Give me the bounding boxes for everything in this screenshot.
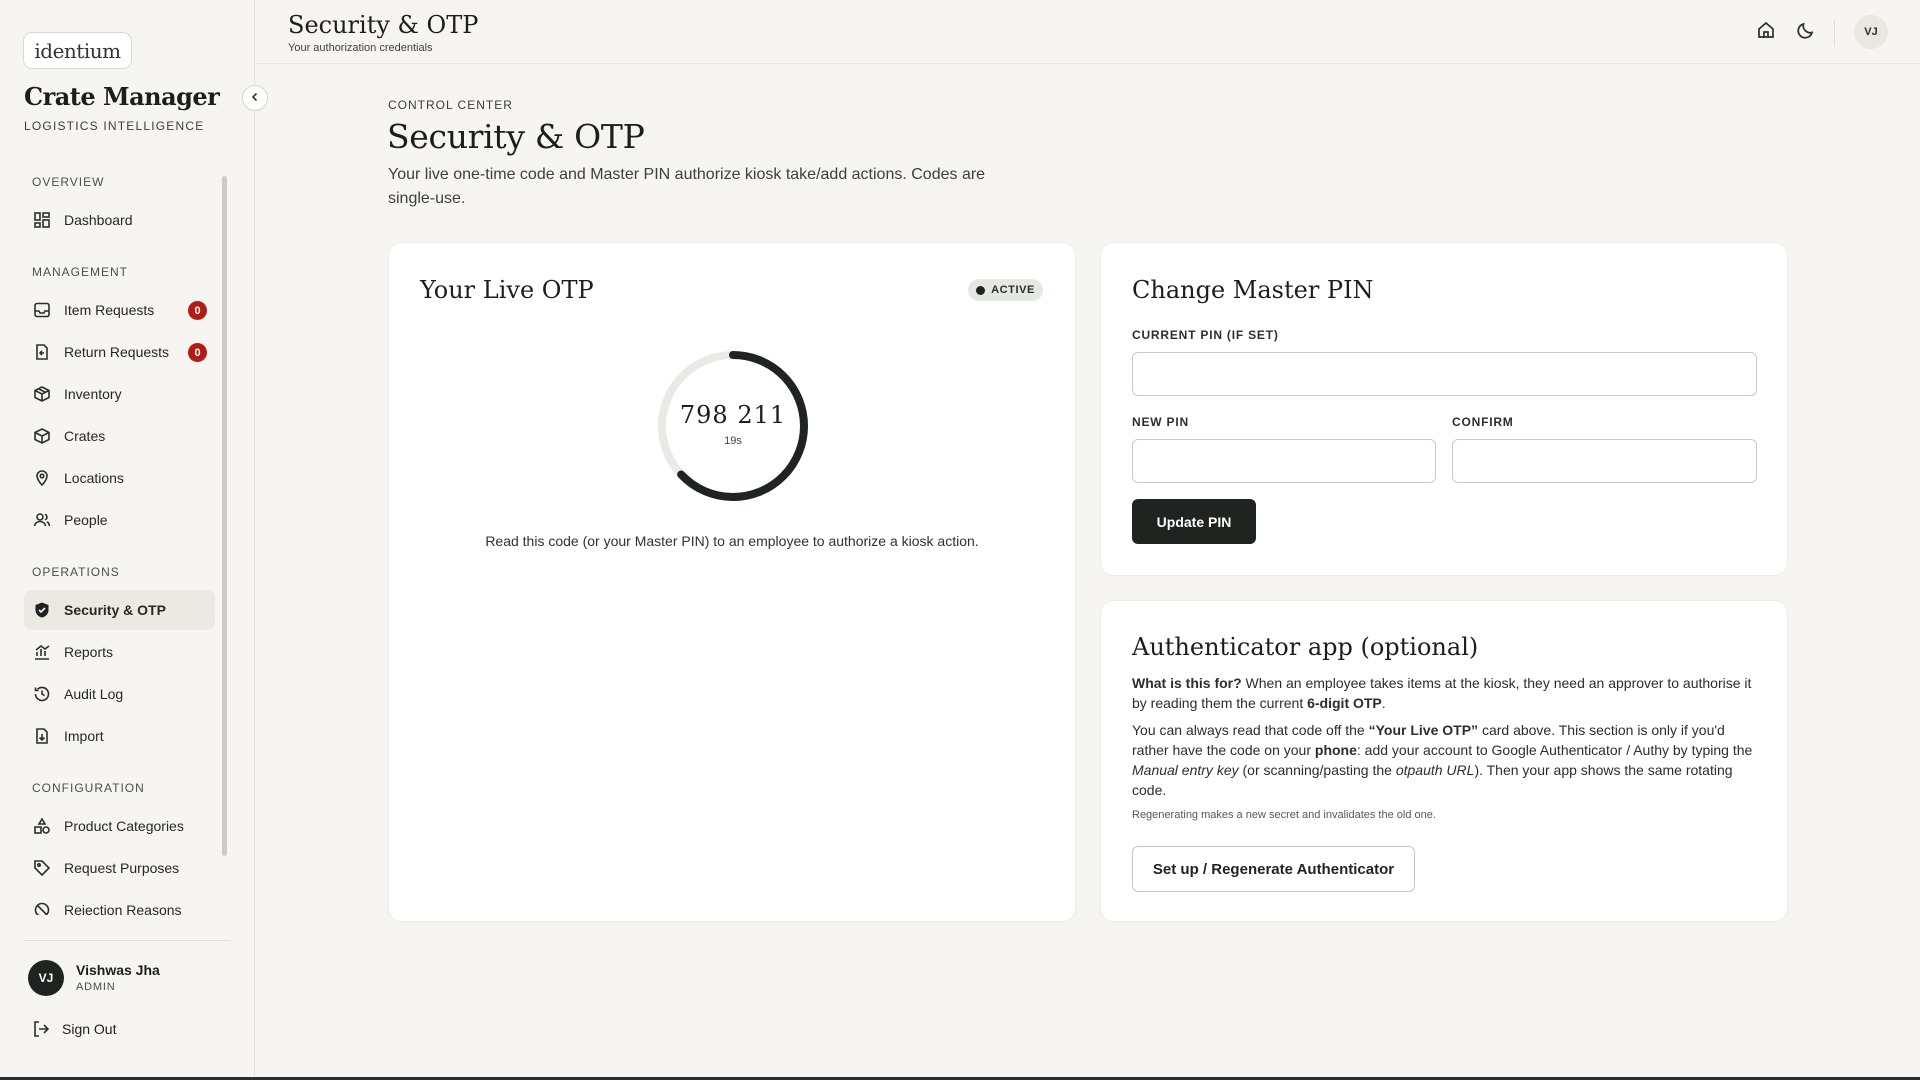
nav-section-overview: OVERVIEW bbox=[32, 175, 105, 189]
user-avatar[interactable]: VJ bbox=[28, 960, 64, 996]
sidebar-item-import[interactable]: Import bbox=[24, 716, 215, 756]
auth-purpose-text: What is this for? When an employee takes… bbox=[1132, 675, 1752, 711]
people-icon bbox=[32, 510, 52, 530]
sidebar-item-product-categories[interactable]: Product Categories bbox=[24, 806, 215, 846]
status-dot-icon bbox=[976, 285, 986, 295]
shapes-icon bbox=[32, 816, 52, 836]
confirm-pin-input[interactable] bbox=[1452, 439, 1757, 483]
page-eyebrow: CONTROL CENTER bbox=[388, 98, 513, 112]
sidebar: identium Crate Manager LOGISTICS INTELLI… bbox=[0, 0, 255, 1080]
dashboard-icon bbox=[32, 210, 52, 230]
regenerate-authenticator-button[interactable]: Set up / Regenerate Authenticator bbox=[1132, 846, 1415, 892]
current-pin-input[interactable] bbox=[1132, 352, 1757, 396]
sidebar-item-rejection-reasons[interactable]: Rejection Reasons bbox=[24, 890, 215, 915]
user-name: Vishwas Jha bbox=[76, 962, 160, 978]
moon-icon bbox=[1796, 20, 1816, 45]
nav-section-operations: OPERATIONS bbox=[32, 565, 120, 579]
chevron-left-icon bbox=[250, 89, 260, 107]
topbar: Security & OTP Your authorization creden… bbox=[256, 0, 1920, 64]
auth-instructions-text: You can always read that code off the “Y… bbox=[1132, 722, 1753, 798]
sidebar-item-audit-log[interactable]: Audit Log bbox=[24, 674, 215, 714]
app-subtitle: LOGISTICS INTELLIGENCE bbox=[24, 119, 205, 133]
map-pin-icon bbox=[32, 468, 52, 488]
app-title: Crate Manager bbox=[24, 82, 220, 111]
history-icon bbox=[32, 684, 52, 704]
sidebar-item-reports[interactable]: Reports bbox=[24, 632, 215, 672]
tag-icon bbox=[32, 858, 52, 878]
otp-code: 798 211 bbox=[679, 401, 787, 429]
return-requests-count-badge: 0 bbox=[188, 343, 207, 362]
live-otp-card: Your Live OTP ACTIVE 798 211 19s Read th… bbox=[388, 242, 1076, 922]
auth-card-title: Authenticator app (optional) bbox=[1132, 633, 1479, 661]
sidebar-nav: OVERVIEW Dashboard MANAGEMENT Item Reque… bbox=[24, 160, 224, 915]
company-logo[interactable]: identium bbox=[23, 32, 132, 69]
confirm-pin-label: CONFIRM bbox=[1452, 415, 1514, 429]
import-icon bbox=[32, 726, 52, 746]
sidebar-item-locations[interactable]: Locations bbox=[24, 458, 215, 498]
pin-card-title: Change Master PIN bbox=[1132, 276, 1374, 304]
page-description: Your live one-time code and Master PIN a… bbox=[388, 166, 986, 207]
home-icon bbox=[1756, 20, 1776, 45]
new-pin-input[interactable] bbox=[1132, 439, 1436, 483]
logout-icon bbox=[32, 1020, 50, 1038]
sidebar-item-people[interactable]: People bbox=[24, 500, 215, 540]
topbar-title: Security & OTP bbox=[288, 11, 479, 39]
sidebar-divider bbox=[24, 940, 231, 941]
sign-out-button[interactable]: Sign Out bbox=[32, 1020, 116, 1038]
otp-card-title: Your Live OTP bbox=[420, 276, 594, 304]
update-pin-button[interactable]: Update PIN bbox=[1132, 499, 1256, 544]
chart-icon bbox=[32, 642, 52, 662]
shield-icon bbox=[32, 600, 52, 620]
authenticator-card: Authenticator app (optional) What is thi… bbox=[1100, 600, 1788, 922]
sidebar-item-item-requests[interactable]: Item Requests 0 bbox=[24, 290, 215, 330]
topbar-subtitle: Your authorization credentials bbox=[288, 42, 433, 54]
regenerate-warning-note: Regenerating makes a new secret and inva… bbox=[1132, 809, 1436, 821]
nav-section-management: MANAGEMENT bbox=[32, 265, 129, 279]
box-icon bbox=[32, 384, 52, 404]
otp-help-text: Read this code (or your Master PIN) to a… bbox=[485, 533, 979, 549]
home-button[interactable] bbox=[1754, 20, 1778, 44]
sidebar-item-crates[interactable]: Crates bbox=[24, 416, 215, 456]
user-role: ADMIN bbox=[76, 981, 116, 993]
status-badge: ACTIVE bbox=[968, 279, 1043, 301]
sidebar-item-inventory[interactable]: Inventory bbox=[24, 374, 215, 414]
change-pin-card: Change Master PIN CURRENT PIN (IF SET) N… bbox=[1100, 242, 1788, 576]
otp-countdown-ring: 798 211 19s bbox=[656, 349, 810, 503]
nav-section-configuration: CONFIGURATION bbox=[32, 781, 145, 795]
sidebar-scrollbar[interactable] bbox=[222, 176, 227, 856]
new-pin-label: NEW PIN bbox=[1132, 415, 1189, 429]
item-requests-count-badge: 0 bbox=[188, 301, 207, 320]
inbox-icon bbox=[32, 300, 52, 320]
crate-icon bbox=[32, 426, 52, 446]
sidebar-item-request-purposes[interactable]: Request Purposes bbox=[24, 848, 215, 888]
theme-toggle-button[interactable] bbox=[1794, 20, 1818, 44]
topbar-divider bbox=[1834, 20, 1835, 46]
otp-seconds-left: 19s bbox=[724, 435, 742, 447]
sidebar-item-security-otp[interactable]: Security & OTP bbox=[24, 590, 215, 630]
page-title: Security & OTP bbox=[387, 117, 645, 156]
return-icon bbox=[32, 342, 52, 362]
current-pin-label: CURRENT PIN (IF SET) bbox=[1132, 328, 1279, 342]
collapse-sidebar-button[interactable] bbox=[242, 85, 268, 111]
sidebar-item-dashboard[interactable]: Dashboard bbox=[24, 200, 215, 240]
sidebar-item-return-requests[interactable]: Return Requests 0 bbox=[24, 332, 215, 372]
topbar-avatar[interactable]: VJ bbox=[1854, 15, 1888, 49]
ban-icon bbox=[32, 900, 52, 915]
